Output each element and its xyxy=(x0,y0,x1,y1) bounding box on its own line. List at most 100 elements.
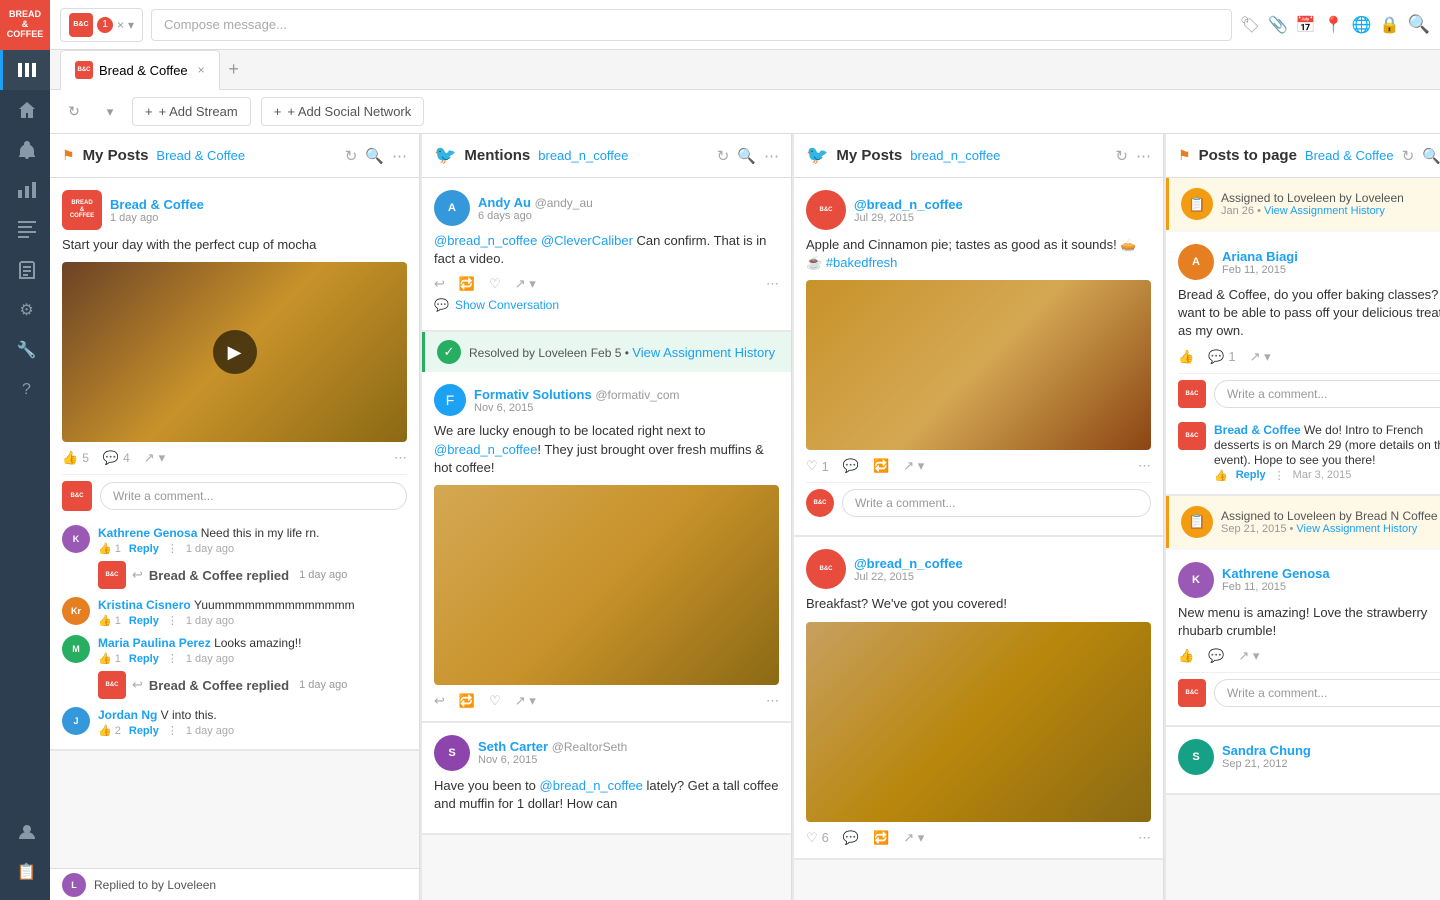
col-more-icon-col3[interactable]: ⋯ xyxy=(1136,147,1151,165)
post-author-ariana[interactable]: Ariana Biagi xyxy=(1222,249,1298,264)
comment-author-jordan[interactable]: Jordan Ng xyxy=(98,708,161,722)
comment-author-bc-ariana[interactable]: Bread & Coffee xyxy=(1214,423,1304,437)
comment-more-bc-ariana[interactable]: ⋮ xyxy=(1274,469,1285,482)
mention-link-cc[interactable]: @CleverCaliber xyxy=(541,233,633,248)
post-author-andy[interactable]: Andy Au xyxy=(478,195,535,210)
comment-more-jordan[interactable]: ⋮ xyxy=(167,724,178,737)
account-selector[interactable]: B&C 1 × ▾ xyxy=(60,8,143,42)
post-author-seth[interactable]: Seth Carter xyxy=(478,739,552,754)
post-handle-tw2[interactable]: @bread_n_coffee xyxy=(854,556,963,571)
comment-reply-maria[interactable]: Reply xyxy=(129,653,159,665)
like-action-croissant[interactable]: ♡ 6 xyxy=(806,830,829,846)
comment-input-bc[interactable]: Write a comment... xyxy=(100,482,407,510)
comment-reply-kristina[interactable]: Reply xyxy=(129,615,159,627)
share-action-formativ[interactable]: ↗ ▾ xyxy=(515,693,536,709)
col-more-icon-m[interactable]: ⋯ xyxy=(764,147,779,165)
show-conversation-btn[interactable]: 💬 Show Conversation xyxy=(434,292,779,318)
comment-input-ariana[interactable]: Write a comment... xyxy=(1214,380,1440,408)
comment-like-kathrene[interactable]: 👍 1 xyxy=(98,542,121,555)
globe-icon[interactable]: 🌐 xyxy=(1352,15,1372,35)
compose-input[interactable]: Compose message... xyxy=(151,9,1232,41)
col-refresh-icon-col4[interactable]: ↻ xyxy=(1402,147,1415,165)
col-refresh-icon[interactable]: ↻ xyxy=(345,147,358,165)
col-search-icon[interactable]: 🔍 xyxy=(365,147,384,165)
comment-reply-kathrene[interactable]: Reply xyxy=(129,543,159,555)
assignment-link-2[interactable]: View Assignment History xyxy=(1296,523,1417,535)
sidebar-item-publishing[interactable] xyxy=(0,210,50,250)
comment-like-jordan[interactable]: 👍 2 xyxy=(98,724,121,737)
hashtag-bakedfresh[interactable]: #bakedfresh xyxy=(826,255,898,270)
location-icon[interactable]: 📍 xyxy=(1324,15,1344,35)
heart-action-andy[interactable]: ♡ xyxy=(489,276,501,292)
comment-like-bc-ariana[interactable]: 👍 xyxy=(1214,469,1228,482)
retweet-action-croissant[interactable]: 🔁 xyxy=(873,830,889,846)
post-author-formativ[interactable]: Formativ Solutions xyxy=(474,387,595,402)
post-handle-tw1[interactable]: @bread_n_coffee xyxy=(854,197,963,212)
sidebar-item-home[interactable] xyxy=(0,90,50,130)
sidebar-item-streams[interactable] xyxy=(0,50,50,90)
comment-more-kathrene[interactable]: ⋮ xyxy=(167,542,178,555)
like-action[interactable]: 👍 5 xyxy=(62,450,89,466)
sidebar-item-user[interactable] xyxy=(0,812,50,852)
tab-add-button[interactable]: + xyxy=(220,56,248,84)
heart-action-formativ[interactable]: ♡ xyxy=(489,693,501,709)
sidebar-item-notifications[interactable] xyxy=(0,130,50,170)
retweet-action-pie[interactable]: 🔁 xyxy=(873,458,889,474)
sidebar-item-help[interactable]: ? xyxy=(0,370,50,410)
post-author-kathrene-page[interactable]: Kathrene Genosa xyxy=(1222,566,1330,581)
lock-icon[interactable]: 🔒 xyxy=(1380,15,1400,35)
add-social-network-button[interactable]: + + Add Social Network xyxy=(261,97,425,126)
share-action-andy[interactable]: ↗ ▾ xyxy=(515,276,536,292)
comment-like-maria[interactable]: 👍 1 xyxy=(98,652,121,665)
comment-author-kathrene[interactable]: Kathrene Genosa xyxy=(98,526,201,540)
like-action-kathrene-page[interactable]: 👍 xyxy=(1178,648,1194,664)
comment-input-pie[interactable]: Write a comment... xyxy=(842,489,1151,517)
more-action-croissant[interactable]: ⋯ xyxy=(1138,830,1151,846)
more-action-formativ[interactable]: ⋯ xyxy=(766,693,779,709)
share-action-croissant[interactable]: ↗ ▾ xyxy=(903,830,924,846)
sidebar-item-bottom[interactable]: 📋 xyxy=(0,852,50,892)
sidebar-item-tools[interactable]: 🔧 xyxy=(0,330,50,370)
comment-action-ariana[interactable]: 💬 1 xyxy=(1208,349,1235,365)
comment-like-kristina[interactable]: 👍 1 xyxy=(98,614,121,627)
tag-icon[interactable]: 🏷 xyxy=(1240,15,1260,35)
col-search-icon-m[interactable]: 🔍 xyxy=(737,147,756,165)
col-more-icon[interactable]: ⋯ xyxy=(392,147,407,165)
like-action-pie[interactable]: ♡ 1 xyxy=(806,458,829,474)
comment-action-pie[interactable]: 💬 xyxy=(843,458,859,474)
tab-close-icon[interactable]: × xyxy=(198,63,205,77)
comment-reply-bc-ariana[interactable]: Reply xyxy=(1236,469,1266,481)
comment-more-kristina[interactable]: ⋮ xyxy=(167,614,178,627)
play-button[interactable]: ▶ xyxy=(213,330,257,374)
dropdown-icon[interactable]: ▾ xyxy=(128,18,134,32)
assignment-link-1[interactable]: View Assignment History xyxy=(1264,205,1385,217)
add-stream-button[interactable]: + + Add Stream xyxy=(132,97,251,126)
more-action-andy[interactable]: ⋯ xyxy=(766,276,779,292)
col-search-icon-col4[interactable]: 🔍 xyxy=(1422,147,1440,165)
sidebar-item-content[interactable] xyxy=(0,250,50,290)
mention-link-bc2[interactable]: @bread_n_coffee xyxy=(434,442,537,457)
sidebar-item-settings[interactable]: ⚙ xyxy=(0,290,50,330)
comment-action[interactable]: 💬 4 xyxy=(103,450,130,466)
comment-action-kathrene-page[interactable]: 💬 xyxy=(1208,648,1224,664)
share-action-kathrene-page[interactable]: ↗ ▾ xyxy=(1238,648,1259,664)
calendar-icon[interactable]: 📅 xyxy=(1296,15,1316,35)
like-action-ariana[interactable]: 👍 xyxy=(1178,349,1194,365)
more-action[interactable]: ⋯ xyxy=(394,450,407,466)
comment-action-croissant[interactable]: 💬 xyxy=(843,830,859,846)
stream-dropdown[interactable]: ▾ xyxy=(98,98,122,126)
post-author-bc[interactable]: Bread & Coffee xyxy=(110,197,204,212)
share-action-ariana[interactable]: ↗ ▾ xyxy=(1250,349,1271,365)
share-action[interactable]: ↗ ▾ xyxy=(144,450,165,466)
topbar-search[interactable]: 🔍 xyxy=(1408,14,1430,35)
mention-link-bc3[interactable]: @bread_n_coffee xyxy=(540,778,643,793)
comment-author-kristina[interactable]: Kristina Cisnero xyxy=(98,598,194,612)
more-action-pie[interactable]: ⋯ xyxy=(1138,458,1151,474)
refresh-button[interactable]: ↻ xyxy=(60,98,88,126)
post-author-sandra[interactable]: Sandra Chung xyxy=(1222,743,1311,758)
attachment-icon[interactable]: 📎 xyxy=(1268,15,1288,35)
sidebar-item-analytics[interactable] xyxy=(0,170,50,210)
mention-link-bc[interactable]: @bread_n_coffee xyxy=(434,233,537,248)
comment-more-maria[interactable]: ⋮ xyxy=(167,652,178,665)
reply-action-andy[interactable]: ↩ xyxy=(434,276,445,292)
